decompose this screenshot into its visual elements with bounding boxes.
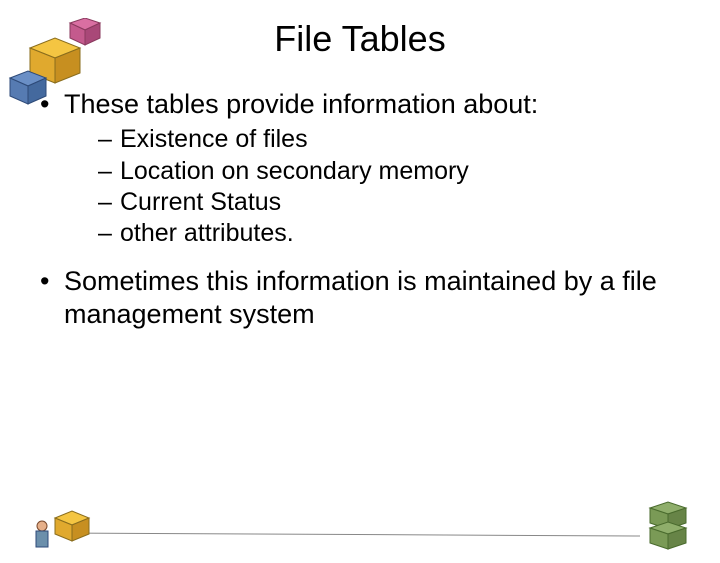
sub-bullet-item: Location on secondary memory (98, 156, 690, 187)
bullet-text: These tables provide information about: (64, 89, 538, 119)
bullet-list: These tables provide information about: … (40, 88, 690, 330)
figure-left-icon (36, 511, 89, 547)
bullet-item: Sometimes this information is maintained… (40, 265, 690, 330)
divider-line-icon (55, 533, 640, 536)
bullet-text: Sometimes this information is maintained… (64, 266, 657, 328)
slide: File Tables These tables provide informa… (0, 18, 720, 558)
sub-bullet-item: other attributes. (98, 218, 690, 249)
sub-bullet-item: Existence of files (98, 124, 690, 155)
boxes-right-icon (650, 502, 686, 549)
slide-content: These tables provide information about: … (0, 88, 720, 330)
sub-bullet-item: Current Status (98, 187, 690, 218)
decorative-bottom (0, 478, 720, 558)
sub-bullet-list: Existence of files Location on secondary… (98, 124, 690, 249)
box-pink-icon (70, 18, 100, 45)
bullet-item: These tables provide information about: … (40, 88, 690, 249)
